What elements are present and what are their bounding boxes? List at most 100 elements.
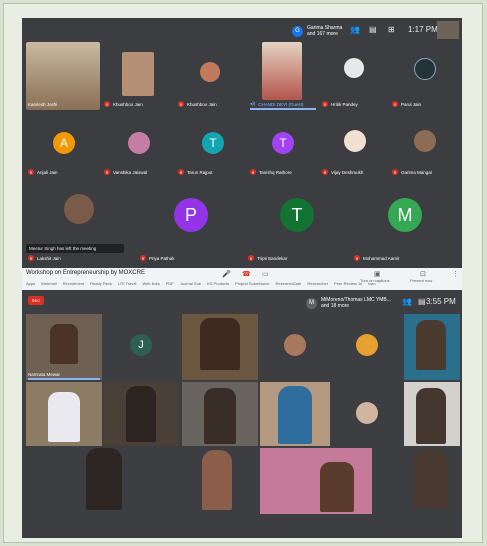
participant-video (416, 320, 446, 370)
mic-off-icon: ✕ (354, 255, 360, 261)
participant-video (262, 42, 302, 100)
participant-tile[interactable]: ◂)) CHANDI DEVI (Guest) (248, 42, 318, 110)
participant-tile[interactable]: Namrata Mewar (26, 314, 102, 380)
participant-tile[interactable]: ✕ Vijay Deshmukh (320, 112, 390, 178)
bookmark-item[interactable]: KS Products (207, 281, 229, 286)
participant-tile[interactable] (260, 314, 330, 380)
more-options-icon[interactable]: ⋮ (452, 270, 459, 278)
bookmark-item[interactable]: Webmail (41, 281, 57, 286)
participant-tile[interactable]: T ✕ Tanishq Rathore (248, 112, 318, 178)
mic-off-icon: ✕ (250, 169, 256, 175)
participant-tile[interactable]: T ✕ Tripti Bandekar (246, 180, 352, 264)
activities-icon[interactable]: ⊞ (388, 25, 395, 34)
participant-tile[interactable]: ✕ Vanshika Jaiswal (102, 112, 176, 178)
people-icon[interactable]: 👥 (402, 297, 412, 306)
tab-title[interactable]: Workshop on Entrepreneurship by MOXCRE (26, 270, 145, 276)
bookmark-item[interactable]: Web links (142, 281, 159, 286)
meeting-1-top-bar: G Garima Sharma and 167 more 👥 ▤ ⊞ 1:17 … (22, 18, 462, 44)
present-label[interactable]: Present now (410, 278, 432, 283)
letter-avatar: M (388, 198, 422, 232)
participant-tile[interactable]: J (104, 314, 178, 380)
participant-video (48, 392, 80, 442)
mic-off-icon: ✕ (28, 255, 34, 261)
people-icon[interactable]: 👥 (350, 25, 360, 34)
bookmark-item[interactable]: Project Submission (235, 281, 269, 286)
clock: 3:55 PM (426, 297, 456, 306)
bookmark-item[interactable]: Ivan (368, 281, 376, 286)
participant-name-tag: ✕ Mohammad Aamir (354, 255, 400, 261)
participant-name-tag: ◂)) CHANDI DEVI (Guest) (250, 101, 304, 107)
participant-tile[interactable] (260, 448, 372, 514)
participant-name: Tanishq Rathore (259, 169, 292, 175)
participant-tile[interactable]: ✕ Hritik Pandey (320, 42, 390, 110)
participant-tile[interactable] (404, 448, 460, 514)
participant-tile[interactable]: P ✕ Priya Pathak (138, 180, 248, 264)
participant-tile[interactable] (182, 382, 258, 446)
participant-tile[interactable]: T ✕ Tarun Rajput (176, 112, 250, 178)
participant-tile[interactable]: M ✕ Mohammad Aamir (352, 180, 460, 264)
participant-tile[interactable]: ✕ Parul Jain (390, 42, 460, 110)
camera-icon[interactable]: ▭ (262, 270, 269, 278)
participant-tile[interactable] (182, 448, 256, 514)
chip-more: and 18 more (321, 303, 350, 309)
active-speaker-indicator (28, 378, 100, 380)
mic-off-icon: ✕ (104, 169, 110, 175)
participant-tile[interactable] (332, 382, 402, 446)
bookmark-item[interactable]: PDF (166, 281, 174, 286)
participant-tile[interactable] (404, 314, 460, 380)
participant-video (200, 318, 240, 370)
participant-name: Hritik Pandey (331, 101, 358, 107)
speaking-icon: ◂)) (250, 101, 256, 106)
bookmark-item[interactable]: Journal Sub (180, 281, 201, 286)
participant-tile[interactable] (332, 314, 402, 380)
microphone-icon[interactable]: 🎤 (222, 270, 231, 278)
present-icon[interactable]: ⊡ (420, 270, 426, 278)
participant-name: Priya Pathak (149, 255, 175, 261)
participant-video (202, 450, 232, 510)
browser-bar: Workshop on Entrepreneurship by MOXCRE 🎤… (22, 268, 462, 291)
participant-tile[interactable] (104, 382, 178, 446)
participant-tile[interactable]: Kamlesh Joshi (26, 42, 100, 110)
participant-tile[interactable] (26, 382, 102, 446)
captions-icon[interactable]: ▣ (374, 270, 381, 278)
chat-icon[interactable]: ▤ (369, 25, 377, 34)
bookmark-item[interactable]: Ready Reck (90, 281, 112, 286)
participant-name-tag: ✕ Garima Mangal (392, 169, 432, 175)
bookmark-item[interactable]: Researcher (307, 281, 328, 286)
participant-tile[interactable] (404, 382, 460, 446)
participant-tile[interactable]: ✕ Khushboo Jain (176, 42, 250, 110)
participant-video (86, 448, 122, 510)
participant-video (416, 388, 446, 444)
participant-tile[interactable]: ✕ Garima Mangal (390, 112, 460, 178)
participant-name: Vijay Deshmukh (331, 169, 364, 175)
participant-tile[interactable] (260, 382, 330, 446)
participant-name: Khushboo Jain (113, 101, 143, 107)
chip-more: and 167 more (307, 31, 338, 37)
bookmark-item[interactable]: Apps (26, 281, 35, 286)
participant-name-tag: Namrata Mewar (28, 372, 60, 377)
participants-chip[interactable]: M MiMoreno/Thomas LMC YMB... and 18 more (306, 294, 391, 312)
participant-name-tag: ✕ Parul Jain (392, 101, 421, 107)
participant-name: Namrata Mewar (28, 372, 61, 377)
participant-tile[interactable]: ✕ Khushboo Jain (102, 42, 176, 110)
mic-off-icon: ✕ (178, 169, 184, 175)
participant-name-tag: ✕ Khushboo Jain (178, 101, 217, 107)
participant-name: Kamlesh Joshi (28, 102, 58, 107)
bookmark-item[interactable]: UTI Travel (118, 281, 136, 286)
participant-name: Anjali Jain (37, 169, 58, 175)
letter-avatar: A (53, 132, 75, 154)
bookmark-item[interactable]: ResearchGate (276, 281, 302, 286)
participant-video (414, 450, 448, 508)
participant-tile[interactable]: A ✕ Anjali Jain (26, 112, 100, 178)
participant-name: Vanshika Jaiswal (113, 169, 148, 175)
participant-name-tag: ✕ Anjali Jain (28, 169, 58, 175)
hang-up-icon[interactable]: ☎ (242, 270, 251, 278)
bookmark-item[interactable]: Peer Review Jo (334, 281, 362, 286)
participant-tile[interactable] (26, 448, 176, 514)
chat-icon[interactable]: ▤ (418, 297, 426, 306)
participant-avatar (284, 334, 306, 356)
participant-avatar (344, 58, 364, 78)
participants-chip[interactable]: G Garima Sharma and 167 more (292, 22, 342, 40)
bookmark-item[interactable]: Recruitment (63, 281, 85, 286)
participant-tile[interactable] (182, 314, 258, 380)
